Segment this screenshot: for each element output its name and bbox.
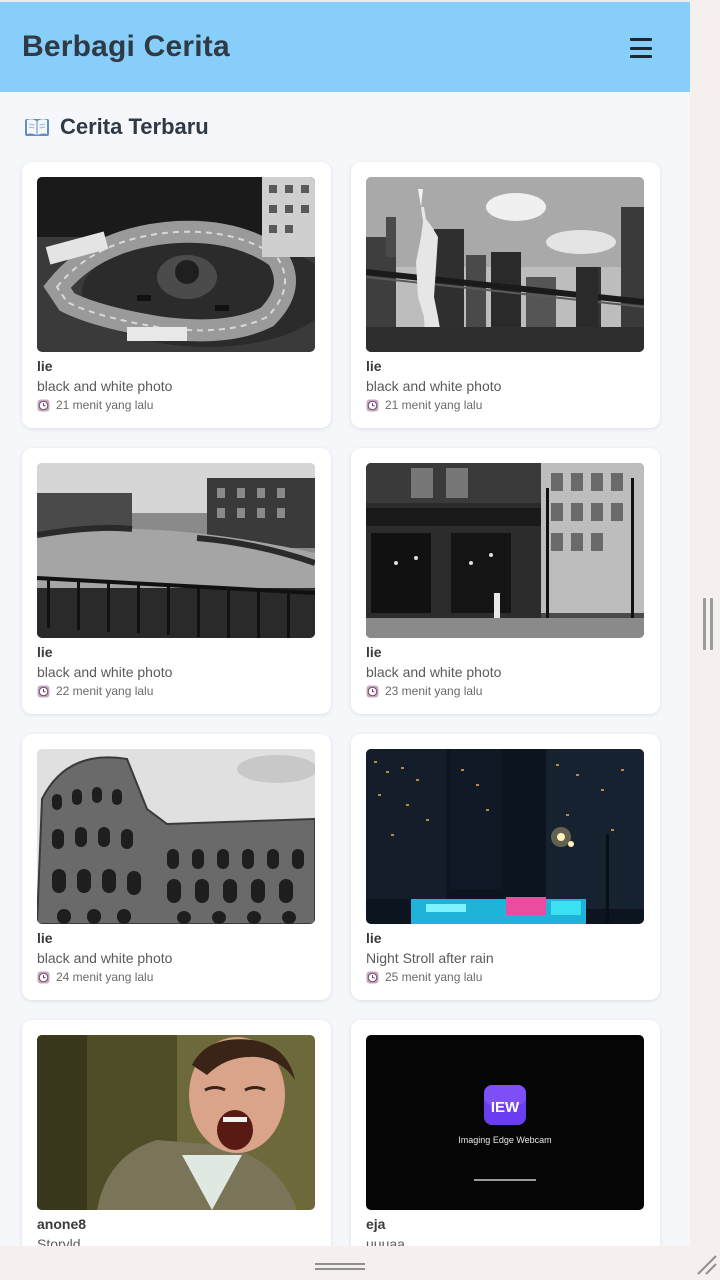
story-card[interactable]: lie black and white photo 21 menit yang … (351, 162, 660, 428)
story-description: black and white photo (37, 664, 173, 680)
story-time: 25 menit yang lalu (366, 970, 645, 984)
story-card[interactable]: lie black and white photo 24 menit yang … (22, 734, 331, 1000)
hamburger-menu-icon[interactable] (630, 36, 652, 58)
story-time: 21 menit yang lalu (366, 398, 645, 412)
story-author: eja (366, 1216, 386, 1232)
section-header: Cerita Terbaru (24, 114, 209, 140)
clock-icon (366, 685, 379, 697)
story-card[interactable]: anone8 Storyld (22, 1020, 331, 1246)
story-grid: lie black and white photo 21 menit yang … (22, 162, 662, 1246)
story-description: black and white photo (37, 378, 173, 394)
app-header: Berbagi Cerita (0, 2, 690, 92)
story-author: lie (37, 358, 53, 374)
story-description: Night Stroll after rain (366, 950, 494, 966)
story-card[interactable]: lie black and white photo 23 menit yang … (351, 448, 660, 714)
bottom-bar (0, 1246, 720, 1280)
webcam-app-name: Imaging Edge Webcam (458, 1135, 551, 1145)
story-time: 23 menit yang lalu (366, 684, 645, 698)
story-image[interactable] (37, 749, 315, 924)
webcam-logo-text: IEW (491, 1099, 520, 1116)
story-image[interactable]: IEW Imaging Edge Webcam (366, 1035, 644, 1210)
story-image[interactable] (366, 463, 644, 638)
section-title: Cerita Terbaru (60, 114, 209, 139)
story-card[interactable]: lie black and white photo 21 menit yang … (22, 162, 331, 428)
story-card[interactable]: lie black and white photo 22 menit yang … (22, 448, 331, 714)
story-description: black and white photo (366, 664, 502, 680)
story-card[interactable]: lie Night Stroll after rain 25 menit yan… (351, 734, 660, 1000)
story-time-label: 22 menit yang lalu (56, 684, 154, 698)
app-viewport[interactable]: Berbagi Cerita Cerita Terbaru lie black … (0, 0, 690, 1246)
clock-icon (366, 399, 379, 411)
story-description: uuuaa (366, 1236, 405, 1246)
story-description: black and white photo (366, 378, 502, 394)
app-title: Berbagi Cerita (22, 30, 230, 63)
open-book-icon (25, 119, 49, 136)
story-image[interactable] (366, 177, 644, 352)
clock-icon (37, 399, 50, 411)
story-author: lie (366, 930, 382, 946)
story-time: 22 menit yang lalu (37, 684, 316, 698)
story-image[interactable] (37, 1035, 315, 1210)
story-time-label: 23 menit yang lalu (385, 684, 483, 698)
story-description: Storyld (37, 1236, 81, 1246)
story-description: black and white photo (37, 950, 173, 966)
drag-handle-icon[interactable] (315, 1263, 365, 1270)
story-time-label: 21 menit yang lalu (56, 398, 154, 412)
story-image[interactable] (366, 749, 644, 924)
story-author: lie (37, 644, 53, 660)
story-author: lie (37, 930, 53, 946)
story-card[interactable]: IEW Imaging Edge Webcam eja uuuaa (351, 1020, 660, 1246)
story-time: 24 menit yang lalu (37, 970, 316, 984)
story-author: lie (366, 644, 382, 660)
story-time: 21 menit yang lalu (37, 398, 316, 412)
story-time-label: 21 menit yang lalu (385, 398, 483, 412)
clock-icon (37, 685, 50, 697)
story-image[interactable] (37, 463, 315, 638)
story-time-label: 25 menit yang lalu (385, 970, 483, 984)
story-author: lie (366, 358, 382, 374)
panel-resize-handle[interactable] (703, 598, 715, 650)
clock-icon (366, 971, 379, 983)
story-image[interactable] (37, 177, 315, 352)
story-author: anone8 (37, 1216, 87, 1232)
resize-grip-icon[interactable] (694, 1252, 718, 1276)
story-time-label: 24 menit yang lalu (56, 970, 154, 984)
clock-icon (37, 971, 50, 983)
